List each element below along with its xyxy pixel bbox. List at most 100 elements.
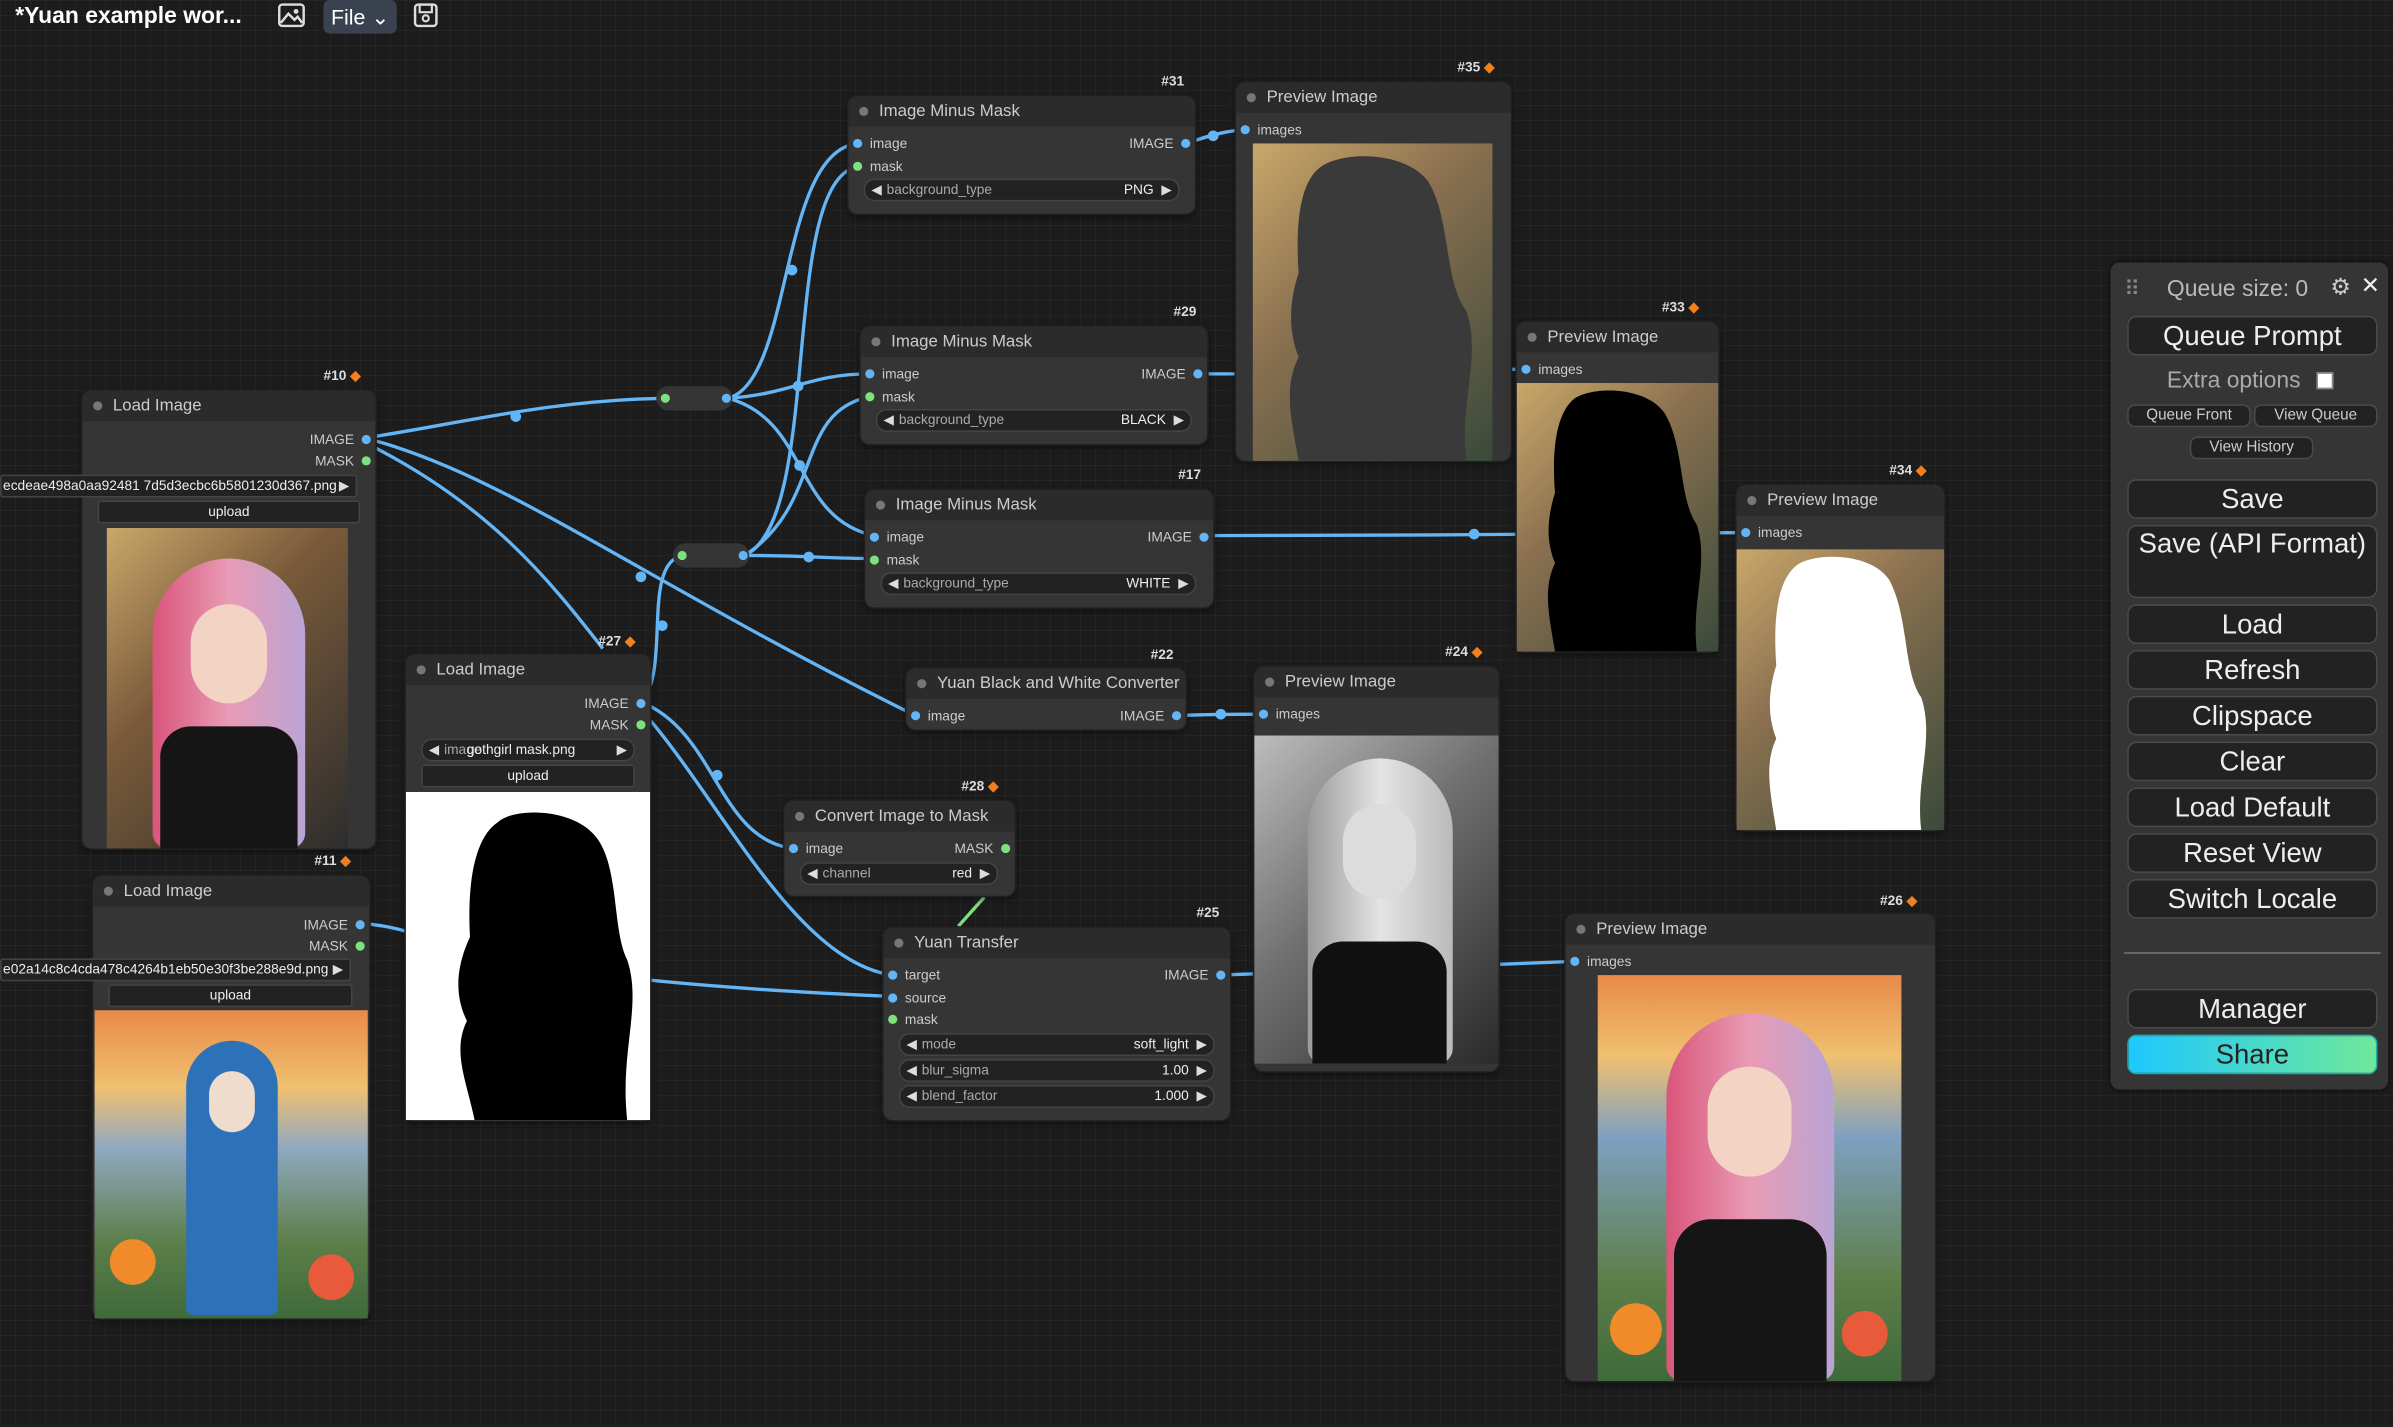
node-title[interactable]: Yuan Black and White Converter: [906, 668, 1186, 699]
reroute-input-dot[interactable]: [677, 550, 687, 561]
output-image-dot[interactable]: [1171, 711, 1182, 721]
input-image-dot[interactable]: [865, 369, 875, 379]
arrow-left-icon[interactable]: ◀: [429, 740, 440, 760]
input-image-dot[interactable]: [869, 532, 879, 542]
clear-button[interactable]: Clear: [2127, 741, 2378, 782]
arrow-right-icon[interactable]: ▶: [339, 476, 350, 496]
image-select-widget[interactable]: ◀ image gothgirl mask.png ▶: [421, 738, 635, 762]
manager-button[interactable]: Manager: [2127, 988, 2378, 1029]
node-title[interactable]: Image Minus Mask: [865, 489, 1214, 521]
node-title[interactable]: Load Image: [82, 390, 376, 422]
arrow-right-icon[interactable]: ▶: [1197, 1061, 1208, 1081]
arrow-left-icon[interactable]: ◀: [906, 1061, 917, 1081]
view-queue-button[interactable]: View Queue: [2253, 404, 2378, 428]
arrow-right-icon[interactable]: ▶: [1178, 574, 1189, 594]
node-image-minus-mask-17[interactable]: Image Minus Mask image mask IMAGE ◀ back…: [865, 489, 1214, 608]
blend-factor-widget[interactable]: ◀ blend_factor 1.000 ▶: [898, 1084, 1215, 1108]
input-images-dot[interactable]: [1258, 709, 1269, 719]
arrow-right-icon[interactable]: ▶: [333, 960, 344, 980]
background-type-widget[interactable]: ◀ background_type BLACK ▶: [875, 408, 1192, 432]
arrow-right-icon[interactable]: ▶: [980, 864, 991, 884]
node-title[interactable]: Load Image: [405, 654, 651, 686]
gear-icon[interactable]: ⚙: [2330, 273, 2351, 301]
output-image-dot[interactable]: [1216, 970, 1226, 980]
node-load-image-27[interactable]: Load Image IMAGE MASK ◀ image gothgirl m…: [405, 654, 651, 1121]
arrow-right-icon[interactable]: ▶: [1161, 180, 1172, 200]
channel-widget[interactable]: ◀ channel red ▶: [799, 862, 999, 886]
view-history-button[interactable]: View History: [2189, 436, 2314, 460]
output-mask-dot[interactable]: [636, 720, 646, 730]
input-images-dot[interactable]: [1240, 125, 1250, 135]
load-default-button[interactable]: Load Default: [2127, 787, 2378, 828]
input-image-dot[interactable]: [788, 843, 799, 854]
queue-front-button[interactable]: Queue Front: [2127, 404, 2251, 428]
output-image-dot[interactable]: [1199, 532, 1209, 542]
load-button[interactable]: Load: [2127, 604, 2378, 644]
input-source-dot[interactable]: [888, 993, 898, 1003]
reroute-node-b[interactable]: [672, 543, 750, 568]
drag-handle-icon[interactable]: ⠿: [2124, 276, 2140, 302]
node-title[interactable]: Yuan Transfer: [883, 927, 1230, 959]
node-preview-image-33[interactable]: Preview Image images: [1516, 321, 1719, 652]
node-title[interactable]: Preview Image: [1236, 82, 1511, 113]
node-image-minus-mask-31[interactable]: Image Minus Mask image mask IMAGE ◀ back…: [848, 96, 1195, 214]
background-type-widget[interactable]: ◀ background_type WHITE ▶: [880, 572, 1197, 596]
save-button[interactable]: Save: [2127, 479, 2378, 519]
node-image-minus-mask-29[interactable]: Image Minus Mask image mask IMAGE ◀ back…: [860, 326, 1208, 445]
input-mask-dot[interactable]: [865, 392, 875, 402]
arrow-left-icon[interactable]: ◀: [906, 1087, 917, 1107]
input-image-dot[interactable]: [853, 138, 863, 149]
upload-button[interactable]: upload: [108, 984, 353, 1008]
output-image-dot[interactable]: [636, 698, 646, 709]
extra-options-checkbox[interactable]: [2316, 372, 2334, 390]
upload-button[interactable]: upload: [97, 500, 361, 524]
refresh-button[interactable]: Refresh: [2127, 650, 2378, 690]
share-button[interactable]: Share: [2127, 1034, 2378, 1075]
output-image-dot[interactable]: [1193, 369, 1203, 379]
input-image-dot[interactable]: [911, 711, 921, 721]
image-select-widget[interactable]: e02a14c8c4cda478c4264b1eb50e30f3be288e9d…: [0, 958, 351, 982]
input-images-dot[interactable]: [1521, 364, 1531, 374]
input-mask-dot[interactable]: [888, 1014, 898, 1024]
node-title[interactable]: Preview Image: [1516, 321, 1719, 353]
node-preview-image-26[interactable]: Preview Image images: [1565, 914, 1935, 1382]
node-title[interactable]: Load Image: [93, 875, 370, 907]
node-yuan-transfer-25[interactable]: Yuan Transfer target source mask IMAGE ◀…: [883, 927, 1230, 1121]
input-images-dot[interactable]: [1741, 527, 1751, 538]
node-convert-image-to-mask-28[interactable]: Convert Image to Mask image MASK ◀ chann…: [784, 801, 1015, 896]
node-yuan-bw-converter-22[interactable]: Yuan Black and White Converter image IMA…: [906, 668, 1186, 730]
node-title[interactable]: Preview Image: [1736, 485, 1945, 516]
node-load-image-11[interactable]: Load Image IMAGE MASK e02a14c8c4cda478c4…: [0, 875, 370, 1319]
input-mask-dot[interactable]: [869, 555, 879, 565]
mode-widget[interactable]: ◀ mode soft_light ▶: [898, 1033, 1215, 1056]
queue-prompt-button[interactable]: Queue Prompt: [2127, 315, 2378, 356]
background-type-widget[interactable]: ◀ background_type PNG ▶: [863, 178, 1180, 202]
arrow-left-icon[interactable]: ◀: [884, 410, 895, 430]
blur-sigma-widget[interactable]: ◀ blur_sigma 1.00 ▶: [898, 1059, 1215, 1082]
arrow-right-icon[interactable]: ▶: [617, 740, 628, 760]
input-target-dot[interactable]: [888, 970, 898, 980]
node-title[interactable]: Convert Image to Mask: [784, 801, 1015, 832]
output-mask-dot[interactable]: [361, 456, 371, 466]
reroute-output-dot[interactable]: [738, 550, 748, 561]
arrow-left-icon[interactable]: ◀: [906, 1035, 917, 1055]
reset-view-button[interactable]: Reset View: [2127, 833, 2378, 873]
output-mask-dot[interactable]: [1001, 843, 1011, 854]
output-image-dot[interactable]: [361, 434, 371, 445]
reroute-output-dot[interactable]: [721, 393, 731, 403]
arrow-right-icon[interactable]: ▶: [1174, 410, 1185, 430]
node-preview-image-35[interactable]: Preview Image images: [1236, 82, 1511, 461]
node-title[interactable]: Preview Image: [1565, 914, 1935, 945]
node-title[interactable]: Image Minus Mask: [860, 326, 1208, 358]
arrow-right-icon[interactable]: ▶: [1197, 1035, 1208, 1055]
output-image-dot[interactable]: [355, 920, 365, 930]
output-image-dot[interactable]: [1181, 138, 1191, 149]
input-images-dot[interactable]: [1570, 956, 1580, 966]
node-load-image-10[interactable]: Load Image IMAGE MASK ecdeae498a0aa92481…: [0, 390, 376, 849]
node-preview-image-34[interactable]: Preview Image images: [1736, 485, 1945, 831]
node-title[interactable]: Preview Image: [1254, 666, 1499, 698]
node-title[interactable]: Image Minus Mask: [848, 96, 1195, 127]
arrow-left-icon[interactable]: ◀: [871, 180, 882, 200]
switch-locale-button[interactable]: Switch Locale: [2127, 878, 2378, 919]
reroute-node-a[interactable]: [656, 386, 733, 411]
